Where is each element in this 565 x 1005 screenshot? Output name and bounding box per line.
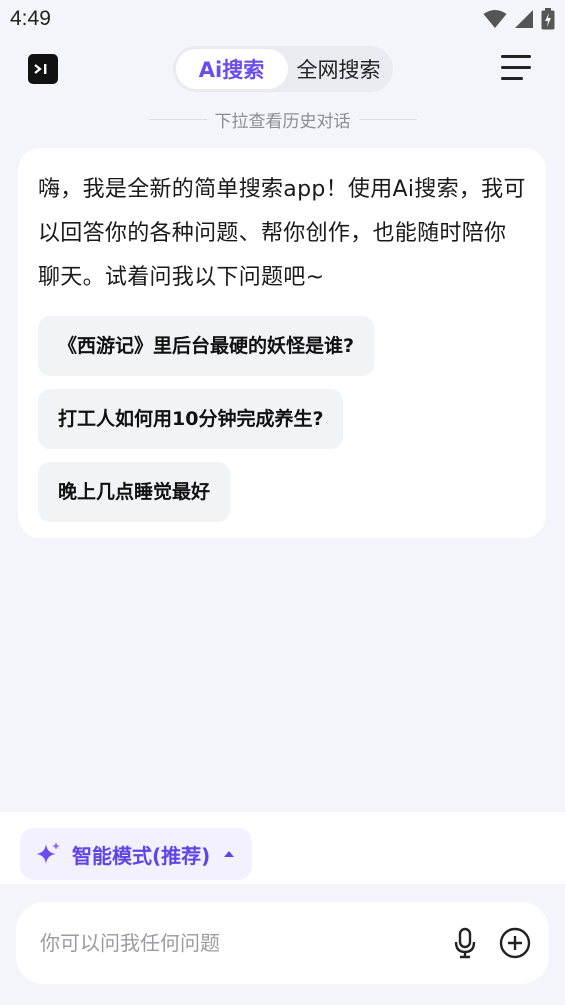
tab-ai-search[interactable]: Ai搜索 bbox=[175, 49, 288, 89]
history-hint-text: 下拉查看历史对话 bbox=[214, 111, 351, 132]
tab-web-search[interactable]: 全网搜索 bbox=[288, 49, 390, 89]
cellular-signal-icon bbox=[515, 10, 533, 28]
divider bbox=[148, 118, 207, 120]
status-bar: 4:49 bbox=[0, 0, 565, 38]
welcome-message-card: 嗨，我是全新的简单搜索app！使用Ai搜索，我可以回答你的各种问题、帮你创作，也… bbox=[18, 148, 546, 538]
question-input[interactable] bbox=[40, 931, 433, 955]
history-hint: 下拉查看历史对话 bbox=[0, 106, 565, 132]
top-header: Ai搜索 全网搜索 bbox=[0, 38, 565, 100]
sparkle-icon bbox=[36, 842, 60, 864]
input-box bbox=[16, 902, 549, 984]
divider bbox=[358, 118, 417, 120]
mode-panel: 智能模式(推荐) bbox=[0, 812, 565, 884]
menu-icon[interactable] bbox=[501, 55, 531, 81]
status-time: 4:49 bbox=[10, 7, 51, 30]
status-icons bbox=[483, 8, 555, 30]
wifi-icon bbox=[483, 10, 507, 28]
battery-icon bbox=[541, 8, 555, 30]
app-logo-icon[interactable] bbox=[28, 54, 58, 84]
add-circle-icon[interactable] bbox=[497, 925, 533, 961]
suggestion-chip[interactable]: 《西游记》里后台最硬的妖怪是谁? bbox=[38, 316, 375, 376]
suggestion-chip[interactable]: 打工人如何用10分钟完成养生? bbox=[38, 389, 344, 449]
input-area bbox=[0, 884, 565, 1005]
suggestion-chip[interactable]: 晚上几点睡觉最好 bbox=[38, 462, 231, 522]
mode-label: 智能模式(推荐) bbox=[72, 843, 211, 868]
caret-up-icon bbox=[224, 851, 235, 857]
welcome-text: 嗨，我是全新的简单搜索app！使用Ai搜索，我可以回答你的各种问题、帮你创作，也… bbox=[38, 177, 526, 290]
search-mode-switch: Ai搜索 全网搜索 bbox=[172, 46, 393, 92]
microphone-icon[interactable] bbox=[447, 925, 483, 961]
mode-selector-button[interactable]: 智能模式(推荐) bbox=[20, 828, 252, 880]
